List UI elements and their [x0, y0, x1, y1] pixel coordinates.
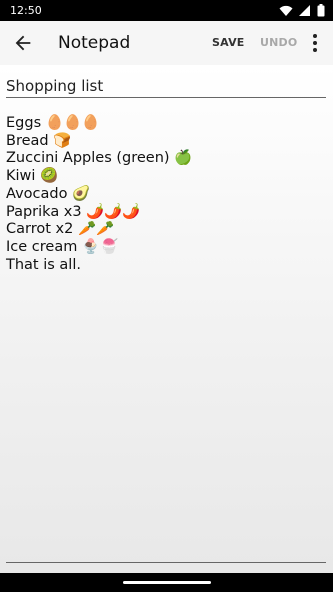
note-line: Paprika x3 🌶️🌶️🌶️ — [6, 203, 141, 220]
more-vert-icon[interactable] — [306, 33, 324, 53]
note-line: Bread 🍞 — [6, 132, 72, 149]
note-line: Avocado 🥑 — [6, 185, 91, 202]
note-line: Carrot x2 🥕🥕 — [6, 221, 115, 238]
status-bar: 12:50 — [0, 0, 333, 21]
status-icons — [279, 4, 325, 17]
note-line: Kiwi 🥝 — [6, 168, 59, 185]
body-underline — [6, 562, 326, 563]
signal-icon — [299, 4, 310, 16]
note-line: Zuccini Apples (green) 🍏 — [6, 150, 193, 167]
note-body-field[interactable]: Eggs 🥚🥚🥚 Bread 🍞 Zuccini Apples (green) … — [6, 115, 326, 274]
note-editor: Shopping list Eggs 🥚🥚🥚 Bread 🍞 Zuccini A… — [0, 65, 333, 573]
navigation-bar — [0, 573, 333, 592]
app-bar: Notepad SAVE UNDO — [0, 21, 333, 65]
note-line: That is all. — [6, 256, 81, 273]
battery-icon — [317, 4, 325, 17]
note-line: Ice cream 🍨🍧 — [6, 238, 119, 255]
save-button[interactable]: SAVE — [212, 36, 245, 49]
title-underline — [6, 97, 326, 98]
home-gesture-handle[interactable] — [123, 581, 211, 584]
arrow-back-icon[interactable] — [12, 32, 34, 54]
note-line: Eggs 🥚🥚🥚 — [6, 115, 100, 131]
undo-button[interactable]: UNDO — [260, 36, 297, 49]
status-time: 12:50 — [10, 4, 42, 17]
app-title: Notepad — [58, 33, 131, 53]
wifi-icon — [279, 5, 293, 16]
note-title-field[interactable]: Shopping list — [6, 77, 326, 97]
